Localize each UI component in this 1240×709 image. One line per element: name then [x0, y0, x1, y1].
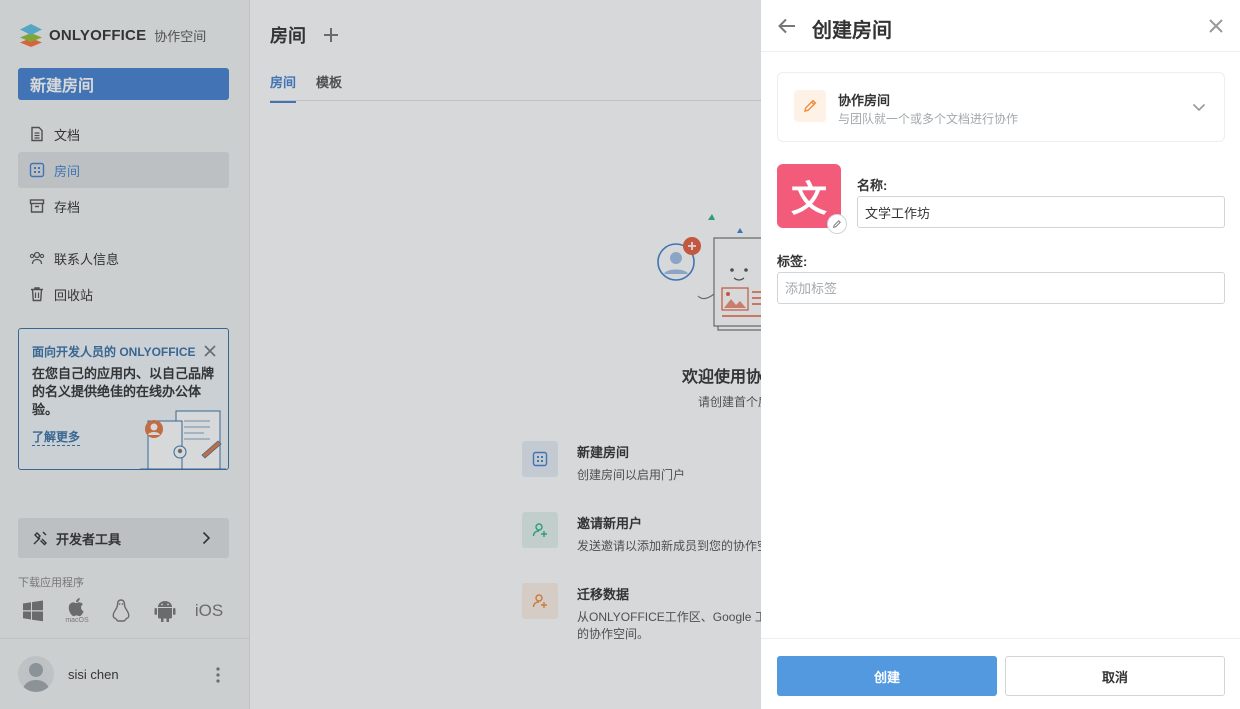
- modal-backdrop[interactable]: [0, 0, 761, 709]
- pencil-icon: [804, 99, 817, 112]
- tags-input[interactable]: [777, 272, 1225, 304]
- pencil-icon: [832, 220, 841, 229]
- room-name-input[interactable]: [857, 196, 1225, 228]
- create-room-panel: 创建房间 协作房间 与团队就一个或多个文档进行协作 文 名称: 标签: 创建 取…: [761, 0, 1240, 709]
- room-type-icon-wrap: [794, 90, 826, 122]
- cancel-button[interactable]: 取消: [1005, 656, 1225, 696]
- room-type-description: 与团队就一个或多个文档进行协作: [838, 112, 1019, 126]
- room-type-selector[interactable]: 协作房间 与团队就一个或多个文档进行协作: [777, 72, 1225, 142]
- create-button[interactable]: 创建: [777, 656, 997, 696]
- panel-footer: 创建 取消: [761, 638, 1240, 709]
- room-type-title: 协作房间: [838, 93, 891, 108]
- name-label: 名称:: [857, 178, 888, 193]
- close-icon[interactable]: [1208, 18, 1224, 34]
- arrow-left-icon[interactable]: [777, 16, 797, 36]
- panel-title: 创建房间: [812, 20, 892, 42]
- panel-header: 创建房间: [761, 0, 1240, 52]
- edit-logo-button[interactable]: [827, 214, 847, 234]
- tags-label: 标签:: [777, 254, 808, 269]
- chevron-down-icon: [1192, 103, 1206, 112]
